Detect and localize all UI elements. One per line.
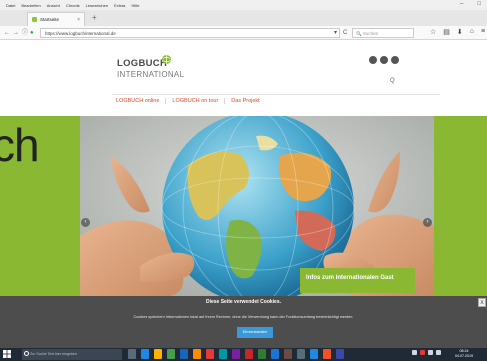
taskbar: Zur Suche Text hier eingeben 08:24 04.07… <box>0 348 487 361</box>
home-icon[interactable]: ⌂ <box>470 28 474 36</box>
windows-icon[interactable] <box>3 350 11 358</box>
social-icon-3[interactable] <box>391 56 399 64</box>
nav-divider <box>112 94 440 95</box>
forward-icon[interactable]: → <box>13 29 19 37</box>
search-icon: 🔍 <box>356 31 362 36</box>
navigation-bar: ← → ⓘ ● https://www.logbuchinternational… <box>0 26 487 40</box>
nav-logbuch-on-tour[interactable]: LOGBUCH on tour <box>166 98 226 104</box>
carousel-prev-button[interactable]: ‹ <box>81 218 90 227</box>
toolbar-icons: ☆ ▤ ⬇ ⌂ ≡ <box>430 28 485 36</box>
taskbar-app-icon-7[interactable] <box>206 349 214 359</box>
taskbar-app-icon-5[interactable] <box>180 349 188 359</box>
info-box-link[interactable]: Infos zum internationalen Gast <box>300 268 415 293</box>
social-icon-2[interactable] <box>380 56 388 64</box>
site-search-icon[interactable]: Q <box>390 78 395 84</box>
download-icon[interactable]: ⬇ <box>457 28 463 36</box>
cookie-banner: Diese Seite verwendet Cookies. Cookies s… <box>0 296 487 348</box>
new-tab-button[interactable]: + <box>92 14 97 22</box>
menu-ansicht[interactable]: Ansicht <box>47 3 60 8</box>
bookmark-star-icon[interactable]: ☆ <box>430 28 436 36</box>
tray-app-icon[interactable] <box>420 350 425 355</box>
window-controls: – □ <box>460 1 481 7</box>
nav-das-projekt[interactable]: Das Projekt <box>225 98 265 104</box>
taskbar-app-icon-4[interactable] <box>167 349 175 359</box>
logo-line2: INTERNATIONAL <box>117 70 185 79</box>
logo-globe-icon <box>162 55 171 64</box>
library-icon[interactable]: ▤ <box>443 28 450 36</box>
taskbar-clock[interactable]: 08:24 04.07.2019 <box>455 349 473 359</box>
taskbar-app-icon-6[interactable] <box>193 349 201 359</box>
cookie-title: Diese Seite verwendet Cookies. <box>205 299 282 305</box>
reload-icon[interactable]: C <box>343 29 347 37</box>
lock-icon: ● <box>30 30 34 36</box>
background-window-text: ch <box>0 119 40 171</box>
browser-search-input[interactable]: 🔍 Suchen <box>352 28 414 38</box>
taskbar-app-icon-9[interactable] <box>232 349 240 359</box>
taskbar-app-icon-11[interactable] <box>258 349 266 359</box>
info-box-text: Infos zum internationalen Gast <box>306 275 394 281</box>
social-icons <box>369 56 399 64</box>
screen: Datei Bearbeiten Ansicht Chronik Lesezei… <box>0 0 487 361</box>
taskbar-app-icon-13[interactable] <box>284 349 292 359</box>
url-text: https://www.logbuchinternational.de <box>45 31 116 36</box>
menu-lesezeichen[interactable]: Lesezeichen <box>86 3 108 8</box>
tab-startseite[interactable]: Startseite × <box>27 12 85 26</box>
close-tab-icon[interactable]: × <box>77 17 80 23</box>
menu-icon[interactable]: ≡ <box>481 28 485 36</box>
menu-hilfe[interactable]: Hilfe <box>131 3 139 8</box>
maximize-button[interactable]: □ <box>477 1 481 7</box>
taskbar-app-icon-2[interactable] <box>141 349 149 359</box>
taskbar-apps <box>128 349 344 359</box>
tab-title: Startseite <box>40 17 60 22</box>
site-navigation: LOGBUCH online LOGBUCH on tour Das Proje… <box>116 98 266 104</box>
search-placeholder: Suchen <box>362 31 379 36</box>
menu-bearbeiten[interactable]: Bearbeiten <box>21 3 40 8</box>
menu-chronik[interactable]: Chronik <box>66 3 80 8</box>
taskbar-search-input[interactable]: Zur Suche Text hier eingeben <box>22 349 122 360</box>
social-icon-1[interactable] <box>369 56 377 64</box>
network-icon[interactable] <box>428 350 433 355</box>
taskbar-app-icon-3[interactable] <box>154 349 162 359</box>
menu-extras[interactable]: Extras <box>114 3 125 8</box>
accept-cookies-button[interactable]: Einverstanden <box>237 327 273 338</box>
system-tray <box>412 350 441 355</box>
taskbar-app-icon-8[interactable] <box>219 349 227 359</box>
taskbar-app-icon-16[interactable] <box>323 349 331 359</box>
back-icon[interactable]: ← <box>4 29 10 37</box>
volume-icon[interactable] <box>436 350 441 355</box>
taskbar-app-icon-14[interactable] <box>297 349 305 359</box>
nav-logbuch-online[interactable]: LOGBUCH online <box>116 98 167 104</box>
taskbar-app-icon-17[interactable] <box>336 349 344 359</box>
site-logo[interactable]: LOGBUCH INTERNATIONAL <box>117 58 184 79</box>
url-bar[interactable]: https://www.logbuchinternational.de <box>40 28 340 38</box>
carousel-next-button[interactable]: › <box>423 218 432 227</box>
dropdown-icon[interactable]: ▾ <box>334 29 337 37</box>
menu-bar: Datei Bearbeiten Ansicht Chronik Lesezei… <box>0 0 487 10</box>
taskbar-app-icon-10[interactable] <box>245 349 253 359</box>
favicon-icon <box>32 17 37 22</box>
cookie-text: Cookies speichern Informationen lokal au… <box>133 315 354 319</box>
logo-line1: LOGBUCH <box>117 58 168 69</box>
cookie-close-button[interactable]: X <box>478 298 486 307</box>
info-icon[interactable]: ⓘ <box>22 29 28 37</box>
menu-datei[interactable]: Datei <box>6 3 15 8</box>
clock-date: 04.07.2019 <box>455 354 473 358</box>
tray-chevron-icon[interactable] <box>412 350 417 355</box>
taskbar-app-icon-15[interactable] <box>310 349 318 359</box>
minimize-button[interactable]: – <box>460 1 463 7</box>
taskbar-app-icon-12[interactable] <box>271 349 279 359</box>
cortana-icon <box>24 351 29 356</box>
taskbar-app-icon-1[interactable] <box>128 349 136 359</box>
hero-green-right <box>434 116 487 296</box>
tab-strip: Startseite × + <box>0 10 487 26</box>
taskbar-search-placeholder: Zur Suche Text hier eingeben <box>30 352 77 356</box>
